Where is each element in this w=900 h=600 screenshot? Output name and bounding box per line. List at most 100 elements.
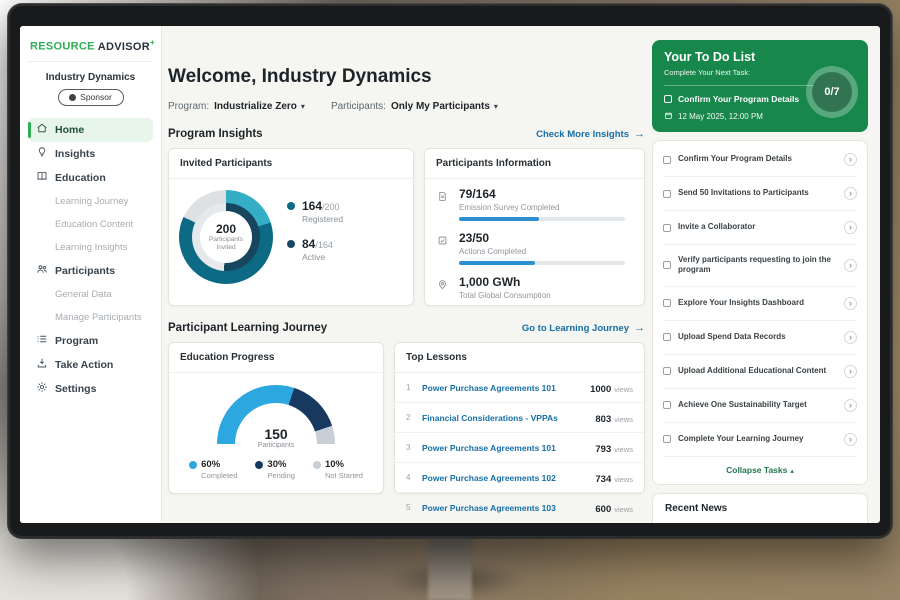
program-insights-header: Program Insights Check More Insights → (168, 128, 645, 140)
chevron-right-icon[interactable]: › (844, 365, 857, 378)
checkbox-icon[interactable] (663, 299, 671, 307)
lesson-link[interactable]: Power Purchase Agreements 102 (422, 473, 587, 483)
sidebar-item-settings[interactable]: Settings (28, 377, 153, 401)
main-content: Welcome, Industry Dynamics Program: Indu… (168, 66, 645, 494)
sidebar-item-general-data[interactable]: General Data (28, 283, 153, 306)
task-row[interactable]: Achieve One Sustainability Target › (663, 389, 857, 423)
sidebar: RESOURCEADVISOR+ Industry Dynamics Spons… (20, 26, 162, 523)
card-title: Participants Information (425, 149, 644, 179)
checkbox-icon[interactable] (663, 224, 671, 232)
collapse-tasks-link[interactable]: Collapse Tasks▴ (663, 457, 857, 480)
top-lessons-card: Top Lessons 1 Power Purchase Agreements … (394, 342, 645, 494)
chevron-right-icon[interactable]: › (844, 297, 857, 310)
org-name: Industry Dynamics (28, 72, 153, 83)
sponsor-badge-label: Sponsor (80, 92, 112, 102)
checkbox-icon[interactable] (663, 401, 671, 409)
sidebar-item-manage-participants[interactable]: Manage Participants (28, 306, 153, 329)
checkbox-icon[interactable] (663, 156, 671, 164)
sidebar-item-label: Participants (55, 265, 115, 277)
participants-filter[interactable]: Participants: Only My Participants ▾ (331, 101, 498, 112)
sidebar-item-education-content[interactable]: Education Content (28, 213, 153, 236)
sidebar-item-program[interactable]: Program (28, 329, 153, 353)
stat-global-consumption: 1,000 GWh Total Global Consumption (437, 275, 632, 300)
todo-panel: Your To Do List Complete Your Next Task:… (652, 40, 868, 523)
chevron-down-icon: ▾ (494, 102, 498, 111)
task-row[interactable]: Upload Spend Data Records › (663, 321, 857, 355)
take-action-icon (36, 357, 48, 372)
legend-item-active: 84/164 Active (287, 237, 343, 262)
todo-next-task[interactable]: Confirm Your Program Details (664, 85, 814, 104)
checkbox-icon[interactable] (663, 333, 671, 341)
legend-dot (189, 461, 197, 469)
chevron-right-icon[interactable]: › (844, 221, 857, 234)
invited-donut-chart: 200 Participants Invited (179, 190, 273, 284)
lesson-row: 5 Power Purchase Agreements 103 600views (395, 493, 644, 522)
calendar-icon (664, 111, 673, 122)
legend-item-pending: 30% Pending (255, 459, 295, 480)
settings-icon (36, 381, 48, 396)
chevron-right-icon[interactable]: › (844, 153, 857, 166)
dashboard-screen: RESOURCEADVISOR+ Industry Dynamics Spons… (20, 26, 880, 523)
program-icon (36, 333, 48, 348)
lesson-link[interactable]: Power Purchase Agreements 101 (422, 443, 587, 453)
program-filter-label: Program: (168, 101, 209, 112)
todo-progress-ring: 0/7 (806, 66, 858, 118)
program-filter-value: Industrialize Zero (214, 101, 297, 112)
sidebar-item-participants[interactable]: Participants (28, 259, 153, 283)
participants-information-card: Participants Information 79/164 Emission… (424, 148, 645, 306)
sidebar-item-learning-journey[interactable]: Learning Journey (28, 190, 153, 213)
arrow-right-icon: → (634, 322, 645, 334)
sponsor-badge[interactable]: Sponsor (58, 89, 124, 106)
sidebar-item-education[interactable]: Education (28, 166, 153, 190)
section-title-learning-journey: Participant Learning Journey (168, 322, 327, 334)
check-more-insights-link[interactable]: Check More Insights → (536, 128, 645, 140)
actions-icon (437, 231, 450, 265)
legend-dot (255, 461, 263, 469)
program-filter[interactable]: Program: Industrialize Zero ▾ (168, 101, 305, 112)
go-to-learning-journey-link[interactable]: Go to Learning Journey → (522, 322, 645, 334)
legend-dot (287, 202, 295, 210)
participants-filter-label: Participants: (331, 101, 386, 112)
task-row[interactable]: Send 50 Invitations to Participants › (663, 177, 857, 211)
checkbox-icon[interactable] (663, 435, 671, 443)
chevron-right-icon[interactable]: › (844, 433, 857, 446)
learning-journey-header: Participant Learning Journey Go to Learn… (168, 322, 645, 334)
task-row[interactable]: Complete Your Learning Journey › (663, 423, 857, 457)
lesson-row: 3 Power Purchase Agreements 101 793views (395, 433, 644, 463)
task-row[interactable]: Verify participants requesting to join t… (663, 245, 857, 287)
lesson-link[interactable]: Power Purchase Agreements 101 (422, 383, 582, 393)
task-row[interactable]: Confirm Your Program Details › (663, 143, 857, 177)
checkbox-icon[interactable] (664, 95, 672, 103)
legend-dot (287, 240, 295, 248)
consumption-pin-icon (437, 275, 450, 300)
checkbox-icon[interactable] (663, 261, 671, 269)
sidebar-item-learning-insights[interactable]: Learning Insights (28, 236, 153, 259)
lesson-row: 1 Power Purchase Agreements 101 1000view… (395, 373, 644, 403)
sidebar-item-take-action[interactable]: Take Action (28, 353, 153, 377)
chevron-right-icon[interactable]: › (844, 259, 857, 272)
sidebar-item-home[interactable]: Home (28, 118, 153, 142)
task-row[interactable]: Invite a Collaborator › (663, 211, 857, 245)
lesson-row: 2 Financial Considerations - VPPAs 803vi… (395, 403, 644, 433)
lesson-link[interactable]: Power Purchase Agreements 103 (422, 503, 587, 513)
emission-survey-icon (437, 187, 450, 221)
chevron-right-icon[interactable]: › (844, 187, 857, 200)
chevron-right-icon[interactable]: › (844, 399, 857, 412)
stat-actions-completed: 23/50 Actions Completed (437, 231, 632, 265)
filter-bar: Program: Industrialize Zero ▾ Participan… (168, 101, 645, 112)
education-progress-card: Education Progress 150 Participants 60% (168, 342, 384, 494)
sidebar-item-label: Program (55, 335, 98, 347)
checkbox-icon[interactable] (663, 190, 671, 198)
legend-item-registered: 164/200 Registered (287, 199, 343, 224)
chevron-right-icon[interactable]: › (844, 331, 857, 344)
checkbox-icon[interactable] (663, 367, 671, 375)
task-row[interactable]: Upload Additional Educational Content › (663, 355, 857, 389)
task-row[interactable]: Explore Your Insights Dashboard › (663, 287, 857, 321)
participants-icon (36, 263, 48, 278)
sidebar-item-label: Take Action (55, 359, 113, 371)
monitor-stand (428, 538, 472, 600)
section-title-program-insights: Program Insights (168, 128, 263, 140)
lesson-link[interactable]: Financial Considerations - VPPAs (422, 413, 587, 423)
sidebar-item-insights[interactable]: Insights (28, 142, 153, 166)
card-title: Invited Participants (169, 149, 413, 179)
